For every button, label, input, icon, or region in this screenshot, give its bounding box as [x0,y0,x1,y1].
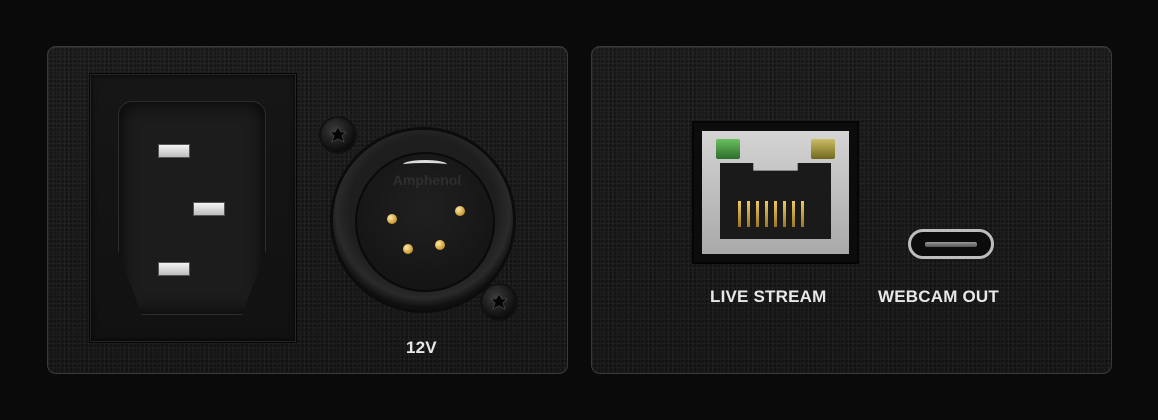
iec-pin-line [158,144,190,158]
ethernet-contacts [738,197,808,229]
ethernet-contact [783,201,786,227]
xlr-face: Amphenol [355,152,495,292]
xlr-pin [387,214,397,224]
ethernet-contact [747,201,750,227]
ethernet-contact [738,201,741,227]
webcam-out-label: WEBCAM OUT [878,287,999,306]
iec-pin-neutral [158,262,190,276]
screw-icon [480,283,518,321]
usb-c-tongue [925,242,977,247]
xlr-pin [403,244,413,254]
ethernet-port[interactable] [692,121,859,264]
xlr-4pin-connector[interactable]: Amphenol [333,130,513,310]
xlr-pin [455,206,465,216]
ethernet-contact [765,201,768,227]
ethernet-contact [801,201,804,227]
screw-icon [319,116,357,154]
ethernet-contact [756,201,759,227]
ethernet-contact [792,201,795,227]
iec-power-inlet[interactable] [118,101,266,315]
dc-input-label: 12V [406,338,437,357]
live-stream-label: LIVE STREAM [710,287,827,306]
usb-c-port[interactable] [908,229,994,259]
activity-led-icon [811,139,835,159]
link-led-icon [716,139,740,159]
iec-pin-earth [193,202,225,216]
xlr-latch [403,160,447,169]
xlr-brand-text: Amphenol [392,172,462,188]
ethernet-port-shield [702,131,849,254]
xlr-pin [435,240,445,250]
ethernet-contact [774,201,777,227]
